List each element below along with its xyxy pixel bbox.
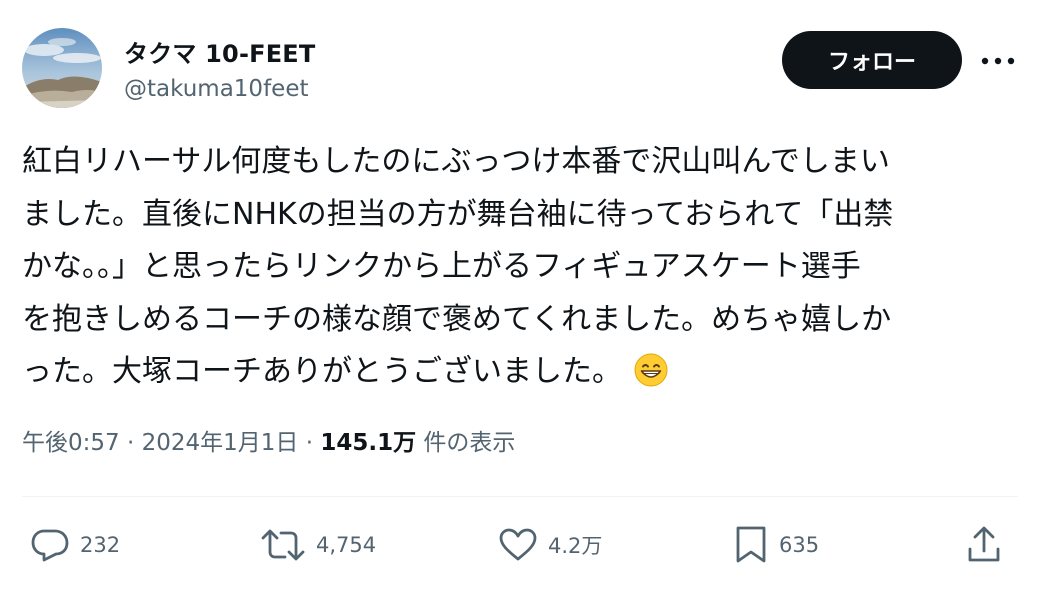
tweet-line: を抱きしめるコーチの様な顔で褒めてくれました。めちゃ嬉しか [22, 301, 892, 337]
share-icon [968, 526, 1000, 562]
tweet-date[interactable]: 2024年1月1日 [142, 430, 299, 456]
reply-icon [31, 529, 69, 562]
user-handle[interactable]: @takuma10feet [124, 76, 308, 102]
views-count: 145.1万 [320, 430, 417, 456]
tweet-meta: 午後0:57 · 2024年1月1日 · 145.1万 件の表示 [22, 423, 515, 457]
like-button[interactable]: 4.2万 [498, 520, 602, 570]
more-horizontal-icon [981, 57, 1015, 65]
retweet-button[interactable]: 4,754 [260, 520, 376, 570]
avatar-image [22, 28, 102, 108]
meta-separator: · [298, 430, 321, 456]
tweet-time[interactable]: 午後0:57 [22, 430, 120, 456]
tweet-text: 紅白リハーサル何度もしたのにぶっつけ本番で沢山叫んでしまい ました。直後にNHK… [22, 136, 1022, 399]
grinning-face-emoji-icon [634, 352, 668, 387]
heart-icon [499, 528, 537, 561]
reply-button[interactable]: 232 [30, 520, 120, 570]
like-count: 4.2万 [548, 534, 603, 558]
tweet-line: ました。直後にNHKの担当の方が舞台袖に待っておられて「出禁 [22, 196, 894, 232]
reply-count: 232 [80, 533, 121, 557]
bookmark-button[interactable]: 635 [733, 520, 819, 570]
retweet-icon [261, 529, 305, 561]
tweet-line-text: った。大塚コーチありがとうございました。 [22, 354, 622, 389]
divider [22, 496, 1018, 497]
follow-button[interactable]: フォロー [782, 31, 962, 89]
bookmark-count: 635 [779, 533, 820, 557]
tweet-line: かな。。」と思ったらリンクから上がるフィギュアスケート選手 [22, 249, 861, 284]
display-name[interactable]: タクマ 10-FEET [124, 34, 315, 69]
views-label: 件の表示 [416, 430, 516, 456]
tweet-line: 紅白リハーサル何度もしたのにぶっつけ本番で沢山叫んでしまい [22, 144, 890, 179]
retweet-count: 4,754 [316, 533, 377, 557]
bookmark-icon [736, 526, 766, 563]
share-button[interactable] [966, 520, 1002, 570]
avatar[interactable] [22, 28, 102, 108]
more-button[interactable] [978, 46, 1018, 76]
meta-separator: · [119, 430, 142, 456]
tweet-line-last: った。大塚コーチありがとうございました。 [22, 346, 1022, 399]
